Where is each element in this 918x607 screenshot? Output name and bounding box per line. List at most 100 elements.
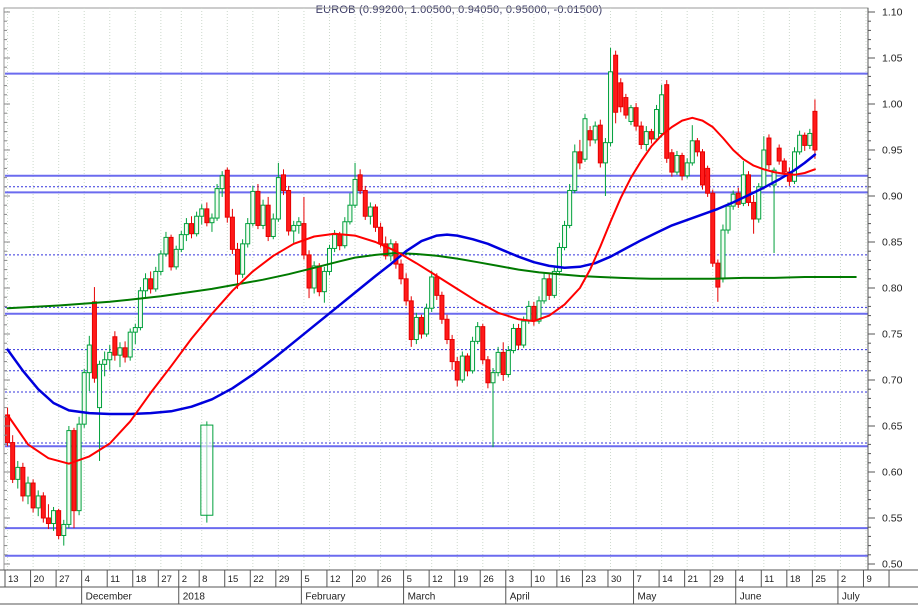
candle-down xyxy=(781,160,787,173)
candle-down xyxy=(597,124,603,164)
candle-up xyxy=(86,344,92,374)
candle-down xyxy=(337,234,343,247)
x-tick-label: 4 xyxy=(85,574,90,585)
candle-down xyxy=(403,278,409,302)
candle-up xyxy=(352,178,358,206)
candle-up xyxy=(791,151,797,182)
candle-down xyxy=(418,316,424,335)
candle-up xyxy=(199,208,205,217)
x-tick-label: 16 xyxy=(560,574,571,585)
candle-down xyxy=(235,248,241,275)
x-tick-label: 9 xyxy=(866,574,871,585)
candle-up xyxy=(153,270,159,290)
candle-up xyxy=(654,109,660,140)
candle-up xyxy=(490,372,496,384)
candle-down xyxy=(694,140,700,153)
candle-down xyxy=(189,223,195,235)
candle-up xyxy=(521,320,527,346)
candle-up xyxy=(367,206,373,217)
x-tick-label: 4 xyxy=(739,574,744,585)
y-axis-label: 0.65 xyxy=(882,421,903,433)
candle-down xyxy=(204,208,210,224)
candle-up xyxy=(643,131,649,145)
x-month-label: June xyxy=(740,592,762,603)
candle-up xyxy=(173,248,179,268)
x-month-label: December xyxy=(86,592,133,603)
candle-up xyxy=(270,218,276,237)
x-tick-label: 29 xyxy=(279,574,290,585)
candle-down xyxy=(5,414,11,444)
candle-down xyxy=(362,189,368,217)
candle-up xyxy=(66,430,72,525)
ma-mid-blue xyxy=(6,153,817,416)
candle-down xyxy=(408,300,414,341)
candle-up xyxy=(250,190,256,225)
y-axis-label: 0.70 xyxy=(882,375,903,387)
candle-down xyxy=(648,131,654,140)
candle-down xyxy=(10,442,16,480)
x-tick-label: 18 xyxy=(136,574,147,585)
candle-up xyxy=(720,229,726,280)
candle-up xyxy=(61,523,67,536)
x-tick-label: 3 xyxy=(509,574,514,585)
candle-up xyxy=(628,107,634,122)
candle-down xyxy=(700,151,706,186)
x-tick-label: 25 xyxy=(815,574,826,585)
candle-up xyxy=(459,355,465,381)
x-month-label: July xyxy=(842,592,860,603)
candle-down xyxy=(148,278,154,290)
x-tick-label: 22 xyxy=(253,574,264,585)
axis-right: 0.50 0.55 0.60 0.65 0.70 0.75 0.80 0.85 0.90 0.95… xyxy=(867,7,903,571)
candle-down xyxy=(669,152,675,173)
candle-down xyxy=(812,110,818,151)
candle-up xyxy=(332,234,338,249)
candle-up xyxy=(470,340,476,372)
y-axis-label: 0.55 xyxy=(882,513,903,525)
y-axis-label: 0.95 xyxy=(882,145,903,157)
x-tick-label: 10 xyxy=(534,574,545,585)
x-tick-label: 23 xyxy=(585,574,596,585)
candle-up xyxy=(209,217,215,224)
candle-down xyxy=(746,174,752,203)
candle-up xyxy=(76,423,82,512)
x-tick-label: 2 xyxy=(182,574,187,585)
outlier-bar xyxy=(200,421,214,523)
candle-up xyxy=(326,247,332,272)
candle-up xyxy=(674,155,680,173)
candle-up xyxy=(194,215,200,235)
x-tick-label: 12 xyxy=(330,574,341,585)
candle-up xyxy=(582,118,588,160)
x-tick-label: 18 xyxy=(790,574,801,585)
candle-down xyxy=(30,482,36,509)
candle-down xyxy=(516,327,522,346)
candle-down xyxy=(485,359,491,384)
x-tick-label: 7 xyxy=(637,574,642,585)
candle-down xyxy=(45,517,51,525)
price-chart[interactable]: 0.50 0.55 0.60 0.65 0.70 0.75 0.80 0.85 0.90 0.95… xyxy=(0,0,918,607)
candle-up xyxy=(35,495,41,509)
candle-down xyxy=(449,339,455,363)
candles-layer[interactable] xyxy=(5,47,818,546)
candle-up xyxy=(102,359,108,365)
candle-down xyxy=(623,97,629,116)
x-tick-label: 30 xyxy=(611,574,622,585)
x-tick-label: 20 xyxy=(34,574,45,585)
x-tick-label: 19 xyxy=(458,574,469,585)
candle-down xyxy=(638,125,644,145)
candle-down xyxy=(710,192,716,264)
candle-down xyxy=(71,430,77,512)
candle-up xyxy=(25,482,31,497)
candle-down xyxy=(229,216,235,250)
candle-up xyxy=(291,224,297,232)
candle-up xyxy=(541,278,547,302)
levels-layer xyxy=(5,72,868,557)
candle-down xyxy=(531,305,537,322)
candle-down xyxy=(587,130,593,141)
candle-down xyxy=(122,347,128,358)
candle-down xyxy=(546,278,552,296)
candle-down xyxy=(255,190,261,226)
y-axis-label: 0.85 xyxy=(882,237,903,249)
candle-up xyxy=(219,175,225,190)
chart-window: EUROB (0.99200, 1.00500, 0.94050, 0.9500… xyxy=(0,0,918,607)
candle-down xyxy=(168,236,174,268)
